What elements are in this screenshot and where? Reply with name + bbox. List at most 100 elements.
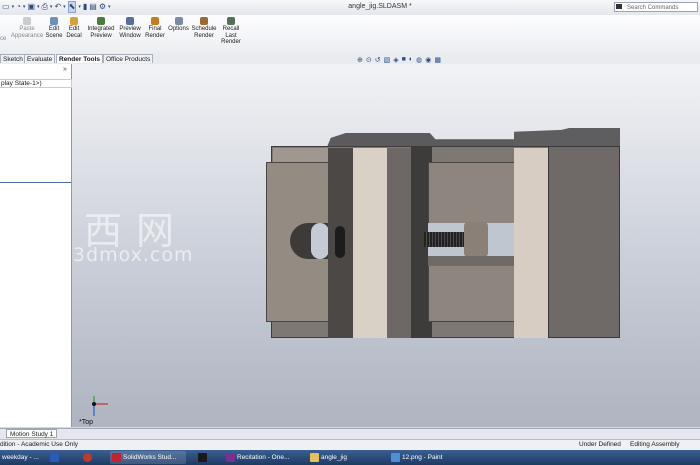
dropdown-icon[interactable]: ▾ [37, 2, 40, 12]
search-input[interactable]: Search Commands [614, 2, 698, 12]
taskbar-item-onenote[interactable]: Recitation - One... [224, 451, 300, 464]
watermark-url: www.3dmox.com [18, 244, 194, 266]
view-orientation-icon[interactable]: ◈ [393, 56, 398, 64]
options-icon [174, 17, 183, 25]
preview-window-button[interactable]: Preview Window [118, 17, 142, 39]
status-editing-mode: Editing Assembly [630, 441, 680, 448]
folder-icon [310, 453, 319, 462]
edit-decal-label: Edit Decal [66, 26, 82, 39]
previous-view-icon[interactable]: ↺ [375, 56, 381, 64]
integrated-preview-button[interactable]: Integrated Preview [85, 17, 117, 39]
dropdown-icon[interactable]: ▾ [50, 2, 53, 12]
apply-scene-icon[interactable]: ◉ [425, 56, 431, 64]
tab-render-tools[interactable]: Render Tools [56, 54, 104, 63]
taskbar-folder-label: angle_jig [321, 454, 348, 461]
schedule-render-icon [200, 17, 208, 25]
integrated-preview-icon [97, 17, 105, 25]
tab-evaluate[interactable]: Evaluate [24, 54, 56, 63]
open-icon[interactable]: ◔ [16, 2, 21, 12]
onenote-icon [226, 453, 235, 462]
save-icon[interactable]: ▣ [27, 2, 35, 12]
document-title: angle_jig.SLDASM * [348, 3, 412, 10]
panel-divider[interactable] [0, 182, 71, 183]
final-render-button[interactable]: Final Render [144, 17, 166, 39]
integrated-preview-label: Integrated Preview [87, 26, 115, 39]
options-label: Options [168, 26, 189, 32]
taskbar-item-solidworks[interactable]: SolidWorks Stud... [110, 451, 186, 464]
tab-motion-study[interactable]: Motion Study 1 [6, 429, 58, 438]
dropdown-icon[interactable]: ▾ [12, 2, 15, 12]
paste-appearance-label: Paste Appearance [10, 26, 44, 39]
paint-icon [391, 453, 400, 462]
jig-upper-left-face [273, 148, 328, 162]
status-definition-state: Under Defined [579, 441, 621, 448]
tab-sketch[interactable]: Sketch [0, 54, 26, 63]
dropdown-icon[interactable]: ▾ [108, 2, 111, 12]
app-icon [83, 453, 92, 462]
dropdown-icon[interactable]: ▾ [23, 2, 26, 12]
zoom-to-fit-icon[interactable]: ⊕ [357, 56, 363, 64]
search-icon [616, 4, 622, 9]
panel-collapse-button[interactable]: » [63, 66, 67, 73]
hide-show-icon[interactable]: ◐ [409, 56, 413, 64]
preview-window-label: Preview Window [119, 26, 141, 39]
taskbar-item-app[interactable] [80, 451, 100, 464]
print-icon[interactable]: ⎙ [42, 2, 48, 12]
right-plate-light [514, 148, 548, 338]
new-icon[interactable]: ▭ [2, 2, 10, 12]
edit-scene-label: Edit Scene [45, 26, 63, 39]
dropdown-icon[interactable]: ▾ [63, 2, 66, 12]
taskbar-item-media[interactable] [193, 451, 215, 464]
undo-icon[interactable]: ↶ [54, 2, 61, 12]
options-button[interactable]: Options [167, 17, 190, 33]
taskbar-item-paint[interactable]: 12.png - Paint [389, 451, 465, 464]
display-style-icon[interactable]: ■ [402, 56, 406, 64]
ribbon-cut-label: ce [0, 36, 7, 42]
view-settings-icon[interactable]: ▦ [434, 56, 441, 64]
quick-access-toolbar: ▭ ▾ ◔ ▾ ▣ ▾ ⎙ ▾ ↶ ▾ ⬉ ▾ ▮ ▤ ⚙ ▾ [2, 1, 111, 13]
recall-last-render-button[interactable]: Recall Last Render [219, 17, 243, 46]
edit-scene-button[interactable]: Edit Scene [45, 17, 63, 39]
media-icon [198, 453, 207, 462]
recall-last-render-icon [227, 17, 235, 25]
recall-last-render-label: Recall Last Render [221, 26, 241, 45]
status-edition: dition - Academic Use Only [0, 441, 79, 448]
rebuild-icon[interactable]: ▮ [83, 2, 87, 12]
preview-window-icon [126, 17, 134, 25]
configuration-display-state[interactable]: play State-1>) [0, 79, 72, 88]
final-render-icon [151, 17, 159, 25]
edit-scene-icon [50, 17, 58, 25]
taskbar-item-word[interactable] [47, 451, 67, 464]
screw-head [335, 226, 345, 258]
paste-appearance-button[interactable]: Paste Appearance [10, 17, 44, 39]
edit-decal-icon [70, 17, 78, 25]
triad-origin [92, 402, 96, 406]
taskbar-solidworks-label: SolidWorks Stud... [123, 454, 177, 461]
right-end-block [548, 146, 620, 338]
final-render-label: Final Render [145, 26, 165, 39]
edit-appearance-icon[interactable]: ◍ [416, 56, 422, 64]
dropdown-icon[interactable]: ▾ [78, 2, 81, 12]
options-icon[interactable]: ⚙ [99, 2, 106, 12]
left-plate-light [353, 148, 387, 338]
heads-up-view-toolbar: ⊕ ⊙ ↺ ▧ ◈ ■ ◐ ◍ ◉ ▦ [357, 56, 441, 64]
section-view-icon[interactable]: ▧ [384, 56, 391, 64]
taskbar-item-weekday[interactable]: weekday - ... [0, 451, 44, 464]
center-plate-left [387, 148, 411, 338]
left-jaw-slot-bore [311, 223, 329, 259]
zoom-to-area-icon[interactable]: ⊙ [366, 56, 372, 64]
taskbar-paint-label: 12.png - Paint [402, 454, 443, 461]
select-icon[interactable]: ⬉ [67, 1, 77, 13]
edit-decal-button[interactable]: Edit Decal [65, 17, 83, 39]
taskbar-onenote-label: Recitation - One... [237, 454, 290, 461]
word-icon [50, 453, 59, 462]
paste-appearance-icon [23, 17, 31, 25]
tab-office-products[interactable]: Office Products [103, 54, 154, 63]
taskbar-item-folder[interactable]: angle_jig [308, 451, 382, 464]
rod-collar [464, 222, 488, 257]
solidworks-icon [112, 453, 121, 462]
schedule-render-label: Schedule Render [191, 26, 217, 39]
right-jaw-ledge [428, 256, 515, 266]
schedule-render-button[interactable]: Schedule Render [191, 17, 217, 39]
file-properties-icon[interactable]: ▤ [89, 2, 97, 12]
